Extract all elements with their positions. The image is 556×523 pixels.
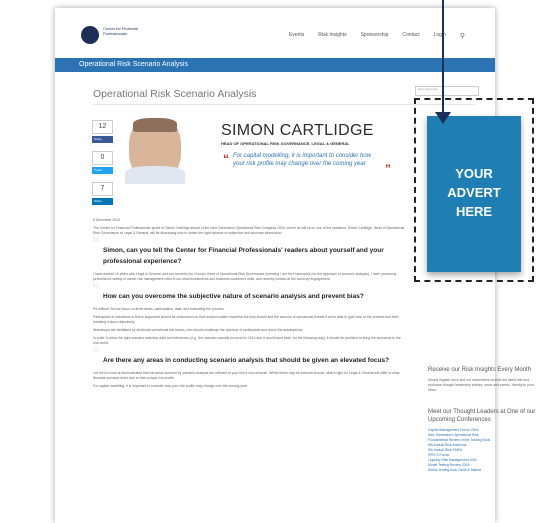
nav-links: Events Risk Insights Sponsorship Contact… bbox=[289, 32, 465, 40]
nav-events[interactable]: Events bbox=[289, 32, 304, 40]
breadcrumb-bar: Operational Risk Scenario Analysis bbox=[55, 58, 495, 72]
advert-line: HERE bbox=[455, 204, 493, 219]
share-count-linkedin: 7 bbox=[92, 182, 113, 196]
conferences-heading: Meet our Thought Leaders at One of our U… bbox=[428, 409, 536, 423]
quote-close-icon: ” bbox=[385, 162, 391, 176]
linkedin-share-button[interactable]: Share bbox=[92, 198, 113, 205]
arrow-down-icon bbox=[435, 112, 451, 124]
article-date: 8 December 2015 bbox=[93, 218, 120, 222]
facebook-share-button[interactable]: Share bbox=[92, 136, 113, 143]
conference-links: Capital Management Forum 2016 New Genera… bbox=[428, 428, 538, 473]
search-input[interactable]: Enter keyword bbox=[415, 86, 479, 96]
search-icon[interactable]: ⚲ bbox=[460, 32, 465, 40]
logo-icon[interactable] bbox=[81, 26, 99, 44]
answer-paragraph: I've tried to look at demonstrated that … bbox=[93, 371, 400, 380]
question-heading: Simon, can you tell the Center for Finan… bbox=[103, 247, 384, 265]
speaker-photo bbox=[125, 118, 185, 184]
speaker-name: SIMON CARTLIDGE bbox=[221, 122, 374, 139]
answer-paragraph: For capital modelling, it is important t… bbox=[93, 384, 248, 388]
share-panel: 12 Share 0 Tweet 7 Share bbox=[92, 120, 113, 213]
nav-risk-insights[interactable]: Risk Insights bbox=[318, 32, 346, 40]
nav-contact[interactable]: Contact bbox=[402, 32, 419, 40]
nav-login[interactable]: Login bbox=[434, 32, 446, 40]
advert-line: ADVERT bbox=[447, 185, 501, 200]
share-count-facebook: 12 bbox=[92, 120, 113, 134]
newsletter-section: Receive our Risk Insights Every Month Si… bbox=[428, 366, 538, 393]
conferences-section: Meet our Thought Leaders at One of our U… bbox=[428, 408, 538, 473]
speaker-banner: SIMON CARTLIDGE HEAD OF OPERATIONAL RISK… bbox=[117, 116, 407, 184]
answer-paragraph: It's difficult. But we focus on three ar… bbox=[93, 307, 225, 311]
tweet-button[interactable]: Tweet bbox=[92, 167, 113, 174]
newsletter-heading: Receive our Risk Insights Every Month bbox=[428, 367, 532, 373]
page-title: Operational Risk Scenario Analysis bbox=[93, 88, 257, 100]
newsletter-text: Simply register once and our subscribers… bbox=[428, 378, 534, 392]
logo-text[interactable]: Center for Financial Professionals bbox=[103, 26, 163, 36]
advert-text: YOUR ADVERT HERE bbox=[427, 164, 521, 221]
pointer-arrow-line bbox=[442, 0, 444, 116]
article-intro: The Center for Financial Professionals s… bbox=[93, 226, 405, 235]
advert-line: YOUR bbox=[455, 166, 493, 181]
article-body: 8 December 2015 The Center for Financial… bbox=[93, 218, 405, 392]
answer-paragraph: Participants in interviews or this is su… bbox=[93, 315, 399, 324]
nav-sponsorship[interactable]: Sponsorship bbox=[361, 32, 389, 40]
answer-paragraph: I have worked 10 years with Legal & Gene… bbox=[93, 272, 397, 281]
advert-box[interactable]: YOUR ADVERT HERE bbox=[427, 116, 521, 272]
answer-paragraph: Workshops are facilitated by divisional … bbox=[93, 328, 304, 332]
question-heading: How can you overcome the subjective natu… bbox=[103, 293, 364, 300]
question-heading: Are there any areas in conducting scenar… bbox=[103, 357, 390, 364]
quote-open-icon: “ bbox=[223, 152, 229, 166]
conference-link[interactable]: Stress Testing Asia Credit & Market bbox=[428, 468, 538, 473]
speaker-quote: For capital modelling, it is important t… bbox=[233, 153, 372, 167]
share-count-twitter: 0 bbox=[92, 151, 113, 165]
answer-paragraph: In order to allow the right scenario sel… bbox=[93, 336, 401, 345]
speaker-role: HEAD OF OPERATIONAL RISK GOVERNANCE, LEG… bbox=[221, 141, 350, 146]
top-navigation: Center for Financial Professionals Event… bbox=[55, 8, 495, 58]
